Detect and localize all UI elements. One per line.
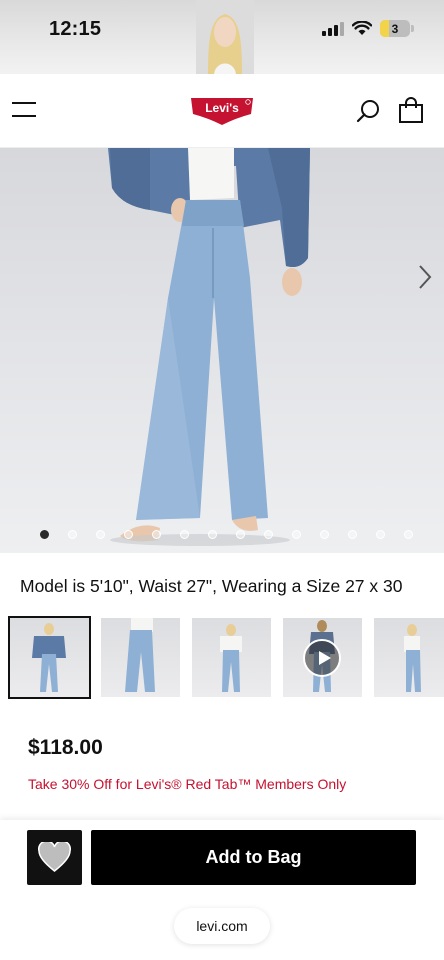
wishlist-button[interactable] <box>27 830 82 885</box>
carousel-dot[interactable] <box>236 530 245 539</box>
thumbnail-3[interactable] <box>192 618 271 697</box>
levis-logo[interactable]: Levi's <box>189 96 255 126</box>
carousel-dot[interactable] <box>152 530 161 539</box>
browser-url-bar[interactable]: levi.com <box>174 908 270 944</box>
carousel-dot[interactable] <box>180 530 189 539</box>
banner-image-peek <box>196 0 254 74</box>
carousel-dot[interactable] <box>376 530 385 539</box>
thumbnail-image <box>125 618 155 692</box>
logo-text: Levi's <box>205 101 239 115</box>
thumbnail-2[interactable] <box>101 618 180 697</box>
carousel-dot[interactable] <box>40 530 49 539</box>
chevron-right-icon[interactable] <box>414 262 436 292</box>
carousel-dot[interactable] <box>264 530 273 539</box>
product-main-image <box>108 148 310 546</box>
battery-fill <box>380 20 389 37</box>
play-icon[interactable] <box>303 639 341 677</box>
add-to-bag-button[interactable]: Add to Bag <box>91 830 416 885</box>
site-header: Levi's <box>0 74 444 148</box>
battery-icon: 3 <box>380 20 414 37</box>
carousel-dot[interactable] <box>208 530 217 539</box>
status-bar: 12:15 3 <box>0 0 444 74</box>
carousel-dot[interactable] <box>68 530 77 539</box>
thumbnail-image <box>32 623 66 692</box>
sticky-purchase-bar: Add to Bag levi.com <box>0 820 444 960</box>
model-info-caption: Model is 5'10", Waist 27", Wearing a Siz… <box>20 576 403 596</box>
thumbnail-1[interactable] <box>8 616 91 699</box>
carousel-dots <box>40 530 413 539</box>
product-image-carousel[interactable] <box>0 148 444 553</box>
product-price: $118.00 <box>28 736 103 759</box>
cellular-signal-icon <box>322 21 344 36</box>
thumbnail-image <box>220 624 242 692</box>
carousel-dot[interactable] <box>292 530 301 539</box>
carousel-dot[interactable] <box>124 530 133 539</box>
status-icons: 3 <box>322 20 414 37</box>
thumbnail-5[interactable] <box>374 618 444 697</box>
shopping-bag-icon[interactable] <box>398 96 424 124</box>
carousel-dot[interactable] <box>348 530 357 539</box>
hamburger-menu-icon[interactable] <box>12 100 36 120</box>
thumbnail-strip <box>8 616 444 699</box>
carousel-dot[interactable] <box>96 530 105 539</box>
status-time: 12:15 <box>49 18 102 40</box>
search-icon[interactable] <box>356 98 382 124</box>
carousel-dot[interactable] <box>320 530 329 539</box>
battery-level: 3 <box>391 21 399 36</box>
thumbnail-video[interactable] <box>283 618 362 697</box>
heart-icon <box>38 842 71 872</box>
promo-message[interactable]: Take 30% Off for Levi's® Red Tab™ Member… <box>28 776 346 792</box>
carousel-dot[interactable] <box>404 530 413 539</box>
thumbnail-image <box>404 624 421 692</box>
wifi-icon <box>352 21 372 35</box>
